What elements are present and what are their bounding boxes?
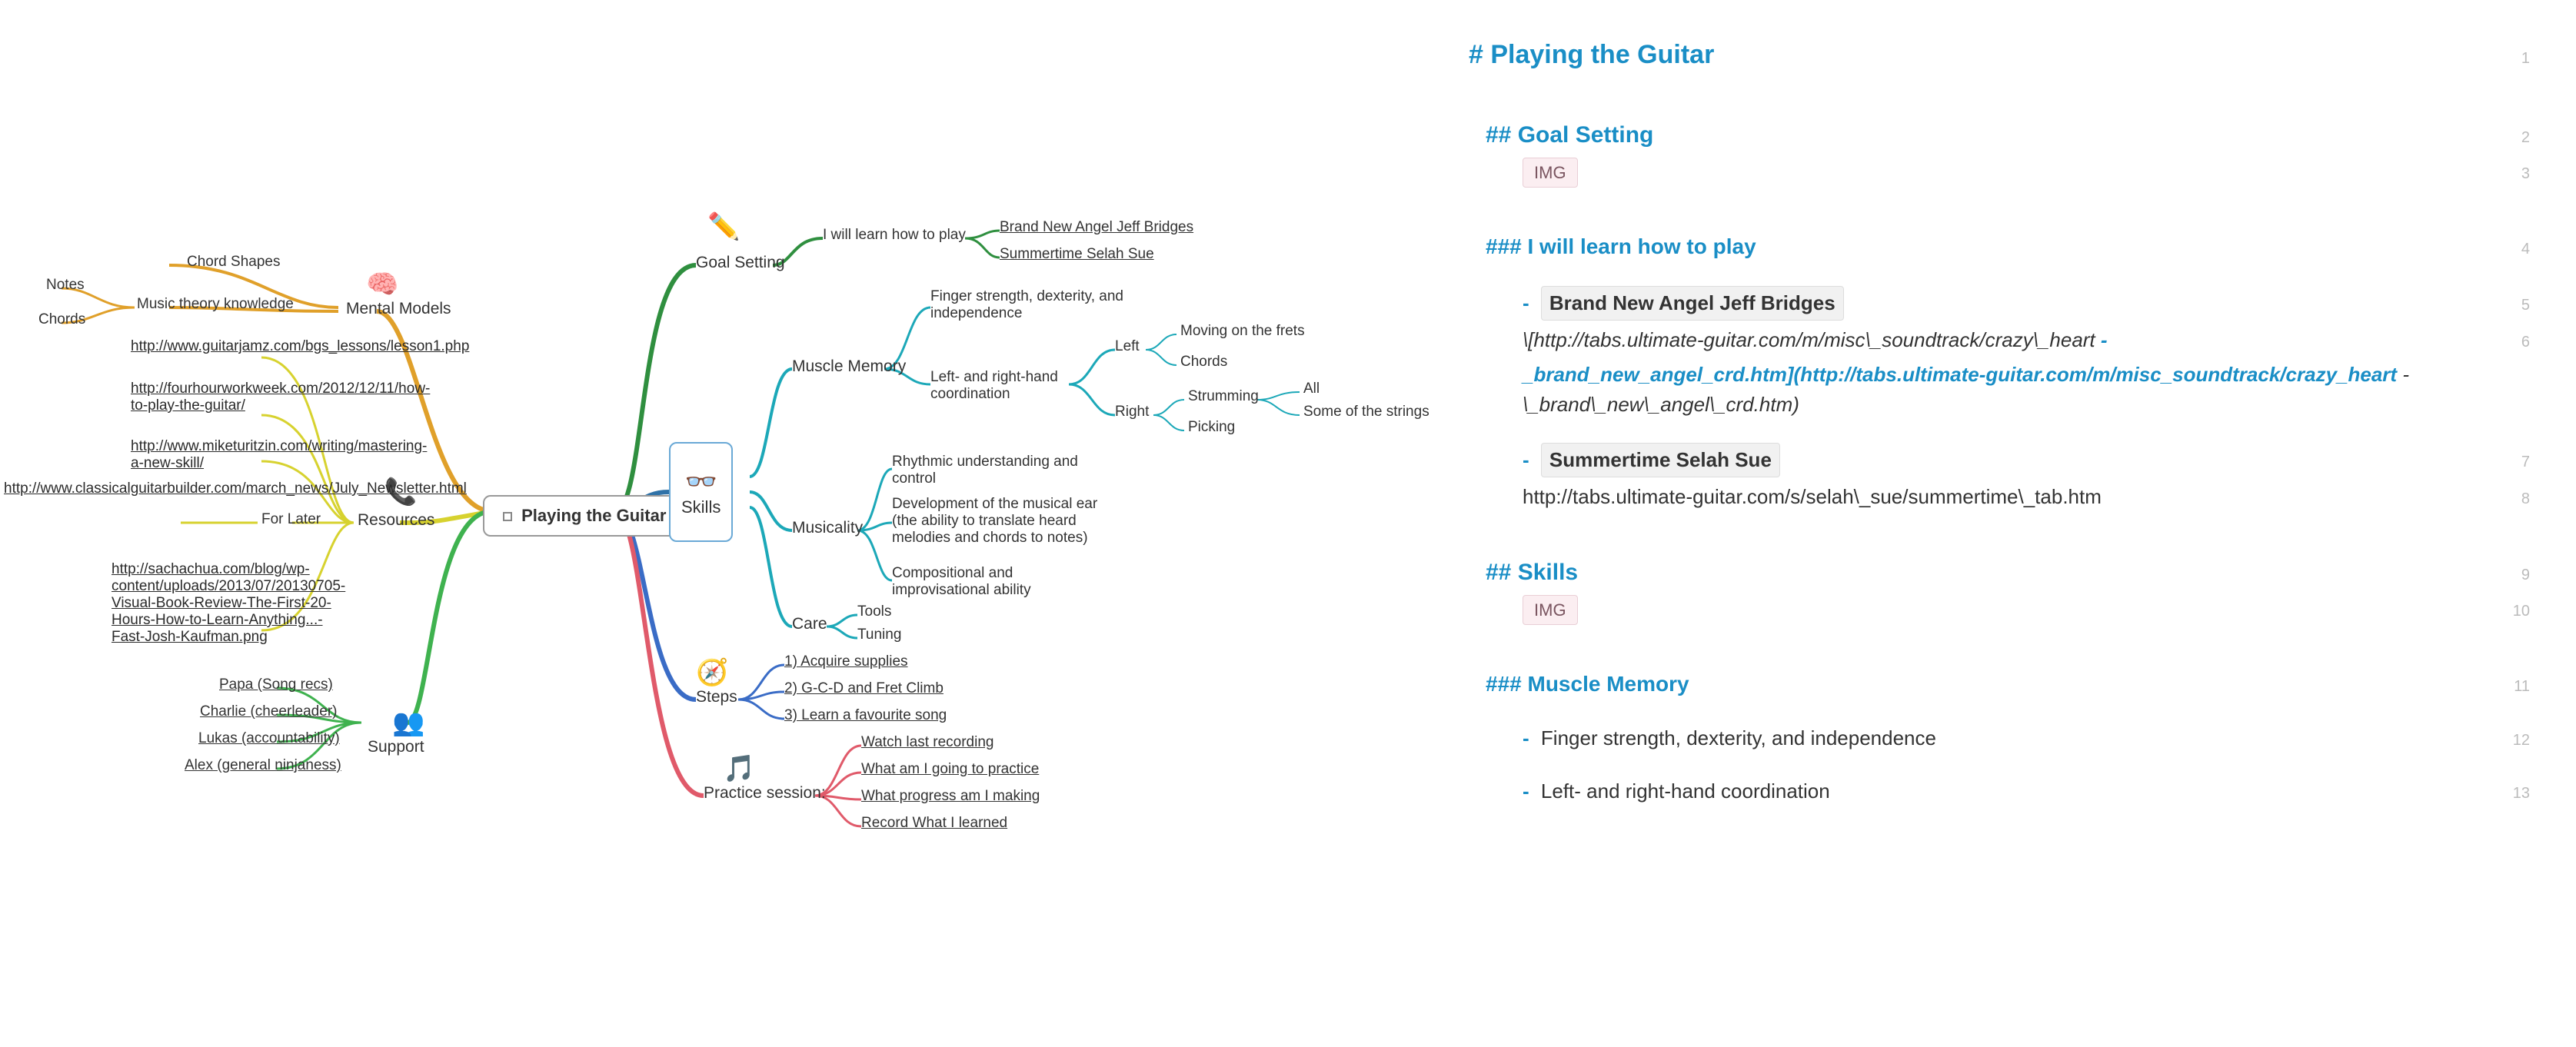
node-alex[interactable]: Alex (general ninjaness) [185, 757, 341, 774]
node-moving[interactable]: Moving on the frets [1180, 323, 1305, 340]
node-ear[interactable]: Development of the musical ear (the abil… [892, 496, 1107, 547]
node-s1[interactable]: 1) Acquire supplies [784, 653, 908, 670]
node-papa[interactable]: Papa (Song recs) [219, 676, 333, 693]
node-p4[interactable]: Record What I learned [861, 815, 1007, 832]
node-picking[interactable]: Picking [1188, 419, 1235, 436]
skills-box[interactable]: 👓 Skills [669, 442, 733, 542]
node-muscle-memory[interactable]: Muscle Memory [792, 357, 906, 376]
node-finger[interactable]: Finger strength, dexterity, and independ… [930, 288, 1130, 322]
node-comp[interactable]: Compositional and improvisational abilit… [892, 565, 1077, 599]
line-number: 12 [2491, 729, 2530, 752]
node-rhythmic[interactable]: Rhythmic understanding and control [892, 454, 1092, 487]
music-icon: 🎵 [723, 753, 755, 784]
line-number: 3 [2491, 162, 2530, 185]
code-bna[interactable]: Brand New Angel Jeff Bridges [1541, 286, 1844, 321]
node-care[interactable]: Care [792, 615, 827, 633]
node-notes[interactable]: Notes [46, 277, 85, 294]
line-number: 6 [2491, 331, 2530, 354]
node-charlie[interactable]: Charlie (cheerleader) [200, 703, 337, 720]
line-number: 13 [2491, 782, 2530, 805]
branch-resources[interactable]: Resources [358, 511, 434, 530]
brain-icon: 🧠 [366, 269, 398, 300]
editor-h2-goal[interactable]: ## Goal Setting [1486, 118, 2491, 152]
mm1-text[interactable]: Finger strength, dexterity, and independ… [1541, 726, 1936, 750]
node-sss[interactable]: Summertime Selah Sue [1000, 246, 1154, 263]
editor-h3-learn[interactable]: ### I will learn how to play [1486, 231, 2491, 263]
editor-h3-mm[interactable]: ### Muscle Memory [1486, 668, 2491, 700]
editor-h1[interactable]: # Playing the Guitar [1469, 35, 2491, 75]
handle-icon [503, 512, 512, 521]
img-placeholder[interactable]: IMG [1523, 595, 1578, 625]
img-placeholder[interactable]: IMG [1523, 158, 1578, 188]
bullet-dash: - [1523, 291, 1529, 314]
node-all[interactable]: All [1303, 381, 1320, 397]
skills-label: Skills [681, 497, 721, 517]
node-p3[interactable]: What progress am I making [861, 788, 1040, 805]
center-label: Playing the Guitar [521, 506, 666, 525]
mindmap-pane: Playing the Guitar 🧠 Mental Models Chord… [0, 0, 1446, 1047]
node-coord[interactable]: Left- and right-hand coordination [930, 369, 1084, 403]
node-p1[interactable]: Watch last recording [861, 734, 993, 751]
bna-link[interactable]: _brand_new_angel_crd.htm](http://tabs.ul… [1523, 363, 2397, 386]
node-bna[interactable]: Brand New Angel Jeff Bridges [1000, 219, 1193, 236]
editor-pane[interactable]: # Playing the Guitar 1 ## Goal Setting 2… [1446, 0, 2576, 1047]
link-miketuritzin[interactable]: http://www.miketuritzin.com/writing/mast… [131, 438, 331, 472]
line-number: 10 [2491, 600, 2530, 623]
node-right[interactable]: Right [1115, 404, 1149, 420]
branch-goal-setting[interactable]: Goal Setting [696, 254, 785, 272]
branch-practice[interactable]: Practice session: [704, 784, 826, 803]
node-chords[interactable]: Chords [38, 311, 85, 328]
bullet-dash: - [1523, 726, 1529, 750]
branch-steps[interactable]: Steps [696, 688, 737, 706]
node-p2[interactable]: What am I going to practice [861, 761, 1039, 778]
line-number: 1 [2491, 47, 2530, 70]
bullet-dash: - [1523, 779, 1529, 803]
branch-mental-models[interactable]: Mental Models [346, 300, 451, 318]
code-sss[interactable]: Summertime Selah Sue [1541, 443, 1780, 477]
node-lukas[interactable]: Lukas (accountability) [198, 730, 340, 747]
link-fourhour[interactable]: http://fourhourworkweek.com/2012/12/11/h… [131, 381, 331, 414]
link-sachachua[interactable]: http://sachachua.com/blog/wp-content/upl… [111, 561, 334, 646]
node-left[interactable]: Left [1115, 338, 1140, 355]
node-chords2[interactable]: Chords [1180, 354, 1227, 371]
node-some[interactable]: Some of the strings [1303, 404, 1429, 420]
node-music-theory[interactable]: Music theory knowledge [137, 296, 294, 313]
editor-h2-skills[interactable]: ## Skills [1486, 555, 2491, 590]
node-s3[interactable]: 3) Learn a favourite song [784, 707, 947, 724]
node-musicality[interactable]: Musicality [792, 519, 863, 537]
node-learn-play[interactable]: I will learn how to play [823, 227, 966, 244]
node-tools[interactable]: Tools [857, 603, 891, 620]
line-number: 8 [2491, 487, 2530, 510]
line-number: 5 [2491, 294, 2530, 317]
line-number: 2 [2491, 126, 2530, 149]
sss-url[interactable]: http://tabs.ultimate-guitar.com/s/selah\… [1523, 482, 2491, 512]
glasses-icon: 👓 [685, 467, 717, 497]
line-number: 4 [2491, 238, 2530, 261]
bna-pre[interactable]: \[http://tabs.ultimate-guitar.com/m/misc… [1523, 328, 2095, 351]
node-chord-shapes[interactable]: Chord Shapes [187, 254, 280, 271]
node-tuning[interactable]: Tuning [857, 627, 901, 643]
line-number: 9 [2491, 563, 2530, 587]
link-guitarjamz[interactable]: http://www.guitarjamz.com/bgs_lessons/le… [131, 338, 331, 355]
branch-support[interactable]: Support [368, 738, 424, 756]
link-classicalguitar[interactable]: http://www.classicalguitarbuilder.com/ma… [4, 480, 219, 497]
people-icon: 👥 [392, 707, 424, 738]
compass-icon: 🧭 [696, 657, 728, 688]
bullet-dash: - [1523, 448, 1529, 471]
node-for-later[interactable]: For Later [261, 511, 321, 528]
bna-dash: - [2101, 328, 2108, 351]
line-number: 11 [2491, 675, 2530, 698]
node-strumming[interactable]: Strumming [1188, 388, 1259, 405]
node-s2[interactable]: 2) G-C-D and Fret Climb [784, 680, 944, 697]
line-number: 7 [2491, 450, 2530, 474]
mm2-text[interactable]: Left- and right-hand coordination [1541, 779, 1830, 803]
pencil-icon: ✏️ [707, 211, 740, 242]
